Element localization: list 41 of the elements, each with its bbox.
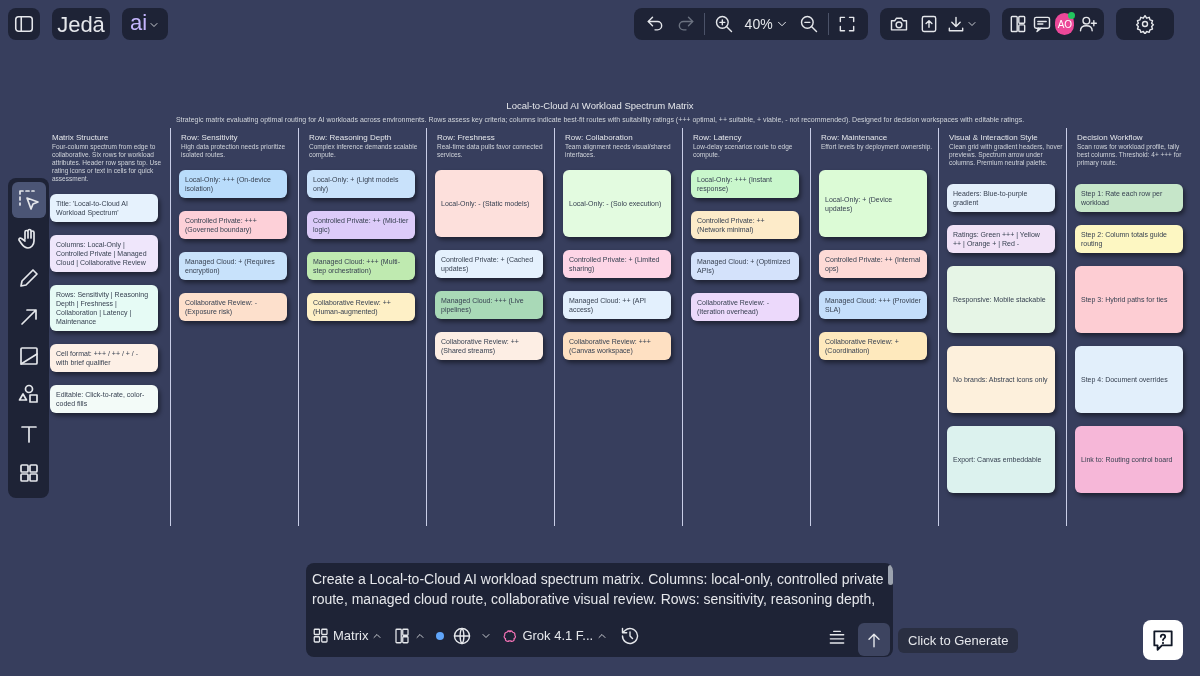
app-logo: Jedā	[52, 8, 110, 40]
help-button[interactable]	[1143, 620, 1183, 660]
sidebar-toggle-button[interactable]	[8, 8, 40, 40]
column-heading: Row: Maintenance	[821, 132, 888, 144]
upload-icon	[919, 14, 939, 34]
column-heading: Row: Latency	[693, 132, 742, 144]
download-icon	[946, 14, 966, 34]
column-heading: Row: Sensitivity	[181, 132, 238, 144]
zoom-out-icon	[799, 14, 820, 34]
column-heading: Visual & Interaction Style	[949, 132, 1038, 144]
download-button[interactable]	[946, 14, 978, 34]
layout-icon	[393, 627, 412, 645]
add-user-icon	[1077, 14, 1098, 34]
web-search-toggle[interactable]	[436, 626, 493, 646]
prompt-input[interactable]: Create a Local-to-Cloud AI workload spectrum matrix. Columns: local-only, controlled private route, managed cloud route, collaborative visual review. Rows: sensitivity, reasoning depth,	[312, 569, 884, 613]
board-title: Local-to-Cloud AI Workload Spectrum Matrix	[505, 99, 695, 113]
camera-icon	[889, 14, 909, 34]
column-heading: Matrix Structure	[52, 132, 109, 144]
settings-icon	[1135, 14, 1155, 34]
model-selector[interactable]: Grok 4.1 F...	[502, 626, 609, 646]
generate-tooltip: Click to Generate	[898, 628, 1019, 653]
select-tool[interactable]	[11, 182, 46, 218]
grid-icon	[312, 627, 330, 645]
zoom-level-dropdown[interactable]: 40%	[742, 13, 791, 35]
column-heading: Row: Freshness	[437, 132, 495, 144]
ai-menu-button[interactable]: ai	[122, 8, 168, 40]
help-icon	[1150, 627, 1176, 653]
chat-icon	[1032, 14, 1053, 34]
selection-icon	[16, 188, 41, 212]
zoom-in-icon	[714, 14, 734, 34]
mode-selector[interactable]: Matrix	[312, 626, 384, 646]
column-heading: Row: Collaboration	[565, 132, 633, 144]
sidebar-icon	[13, 13, 35, 35]
history-icon	[620, 626, 641, 646]
column-heading: Decision Workflow	[1077, 132, 1143, 144]
scrollbar-thumb[interactable]	[888, 565, 893, 585]
generate-button[interactable]	[858, 623, 890, 656]
globe-icon	[452, 626, 473, 646]
layout-selector[interactable]	[393, 627, 427, 645]
user-avatar[interactable]: AO	[1055, 13, 1075, 35]
column-heading: Row: Reasoning Depth	[309, 132, 392, 144]
